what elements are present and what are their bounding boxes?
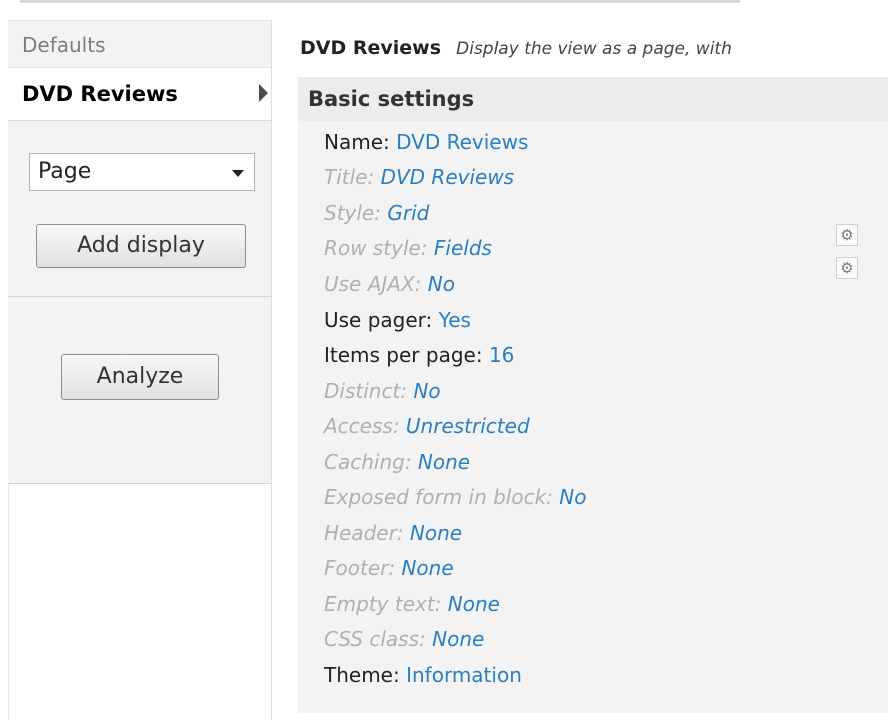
setting-label: Header: [324,521,404,545]
display-main: DVD Reviews Display the view as a page, … [298,20,888,720]
section-title: Basic settings [298,77,888,121]
setting-label: Use pager: [324,308,433,332]
setting-empty-text: Empty text: None [324,587,500,621]
setting-exposed-form: Exposed form in block: No [324,480,586,514]
setting-value-link[interactable]: Grid [387,201,429,225]
setting-value-link[interactable]: No [559,485,586,509]
setting-caching: Caching: None [324,445,470,479]
setting-value-link[interactable]: 16 [489,343,514,367]
display-description: Display the view as a page, with [456,39,732,59]
setting-value-link[interactable]: None [432,627,484,651]
setting-style: Style: Grid [324,196,429,230]
tab-dvd-reviews-label: DVD Reviews [22,82,178,106]
setting-value-link[interactable]: No [413,379,440,403]
tab-defaults-label: Defaults [22,33,106,57]
setting-access: Access: Unrestricted [324,409,530,443]
display-type-select[interactable]: Page [29,153,255,191]
setting-label: Row style: [324,236,428,260]
setting-label: Use AJAX: [324,272,422,296]
setting-header: Header: None [324,516,462,550]
analyze-button[interactable]: Analyze [61,354,219,400]
setting-value-link[interactable]: None [418,450,470,474]
setting-value-link[interactable]: DVD Reviews [396,130,528,154]
chevron-down-icon [232,170,244,177]
setting-label: Style: [324,201,381,225]
setting-label: Theme: [324,663,400,687]
setting-distinct: Distinct: No [324,374,441,408]
setting-value-link[interactable]: No [428,272,455,296]
gear-icon[interactable]: ⚙ [836,224,858,246]
setting-value-link[interactable]: None [401,556,453,580]
sidebar-divider [271,20,272,720]
setting-label: Title: [324,165,375,189]
setting-use-ajax: Use AJAX: No [324,267,455,301]
setting-title: Title: DVD Reviews [324,160,514,194]
setting-row-style: Row style: Fields [324,231,492,265]
setting-name: Name: DVD Reviews [324,125,528,159]
setting-label: Name: [324,130,390,154]
setting-footer: Footer: None [324,551,454,585]
setting-label: Footer: [324,556,396,580]
setting-label: Items per page: [324,343,483,367]
tab-dvd-reviews[interactable]: DVD Reviews [8,68,272,120]
setting-value-link[interactable]: Information [406,663,522,687]
analyze-panel: Analyze [8,297,272,484]
setting-label: CSS class: [324,627,426,651]
display-header: DVD Reviews Display the view as a page, … [300,20,732,64]
setting-value-link[interactable]: DVD Reviews [381,165,515,189]
setting-label: Access: [324,414,400,438]
setting-items-per-page: Items per page: 16 [324,338,514,372]
tab-defaults[interactable]: Defaults [8,20,272,68]
add-display-panel: Page Add display [8,120,272,297]
setting-label: Empty text: [324,592,442,616]
active-arrow-icon [259,84,268,102]
setting-label: Exposed form in block: [324,485,553,509]
setting-value-link[interactable]: Unrestricted [406,414,530,438]
display-sidebar: Defaults DVD Reviews Page Add display An… [8,20,272,720]
top-divider [0,0,888,8]
setting-theme: Theme: Information [324,658,522,692]
setting-css-class: CSS class: None [324,622,484,656]
setting-value-link[interactable]: Yes [439,308,471,332]
basic-settings-section: Basic settings Name: DVD Reviews Title: … [298,77,888,713]
gear-icon[interactable]: ⚙ [836,257,858,279]
display-title: DVD Reviews [300,37,442,59]
display-type-value: Page [38,159,92,184]
setting-label: Caching: [324,450,412,474]
setting-value-link[interactable]: None [410,521,462,545]
setting-label: Distinct: [324,379,408,403]
setting-use-pager: Use pager: Yes [324,303,471,337]
setting-value-link[interactable]: Fields [434,236,492,260]
left-edge-divider [8,484,9,720]
add-display-button[interactable]: Add display [36,224,246,268]
setting-value-link[interactable]: None [448,592,500,616]
